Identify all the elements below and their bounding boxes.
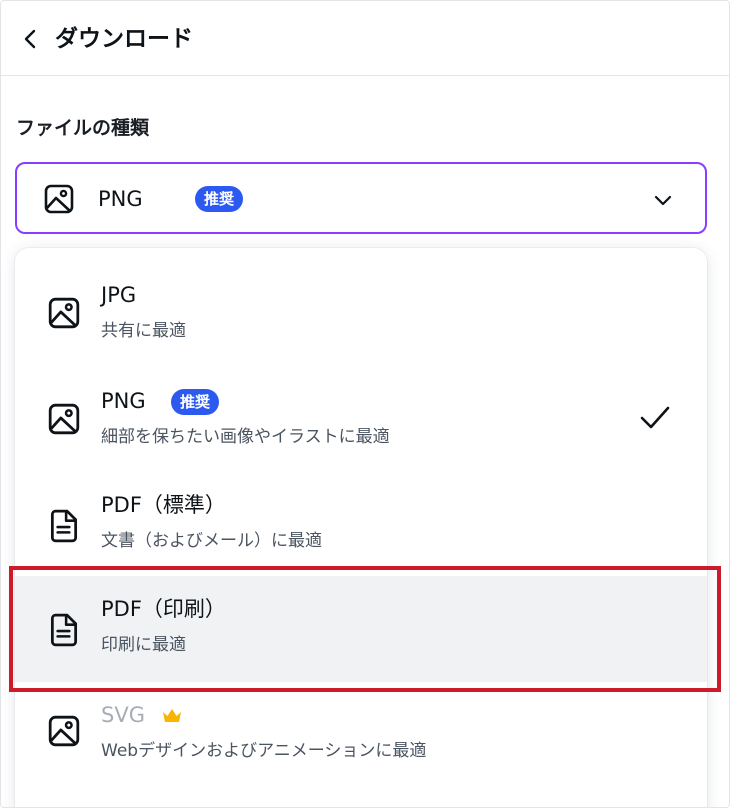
document-icon <box>50 613 78 647</box>
selected-file-type: PNG <box>98 187 143 211</box>
option-title: SVG <box>101 703 145 727</box>
download-panel: ダウンロード ファイルの種類 PNG 推奨 JPG 共有に最適 PNG 推奨 細… <box>0 0 730 808</box>
image-icon <box>48 403 80 435</box>
option-subtitle: 共有に最適 <box>101 321 186 341</box>
option-title: PNG <box>101 389 146 413</box>
option-subtitle: Webデザインおよびアニメーションに最適 <box>101 741 427 761</box>
chevron-down-icon <box>654 195 672 206</box>
option-subtitle: 細部を保ちたい画像やイラストに最適 <box>101 427 390 447</box>
chevron-left-icon <box>24 29 36 49</box>
option-subtitle: 印刷に最適 <box>101 635 186 655</box>
option-title: PDF（印刷） <box>101 597 226 621</box>
checkmark-icon <box>640 406 670 429</box>
option-title: JPG <box>101 283 137 307</box>
back-button[interactable] <box>15 23 45 55</box>
recommended-badge: 推奨 <box>195 186 244 212</box>
panel-header: ダウンロード <box>1 1 729 76</box>
option-subtitle: 文書（およびメール）に最適 <box>101 531 322 551</box>
image-icon <box>44 184 74 214</box>
image-icon <box>48 715 80 747</box>
option-title: PDF（標準） <box>101 493 226 517</box>
recommended-badge: 推奨 <box>171 389 220 415</box>
option-png[interactable]: PNG 推奨 細部を保ちたい画像やイラストに最適 <box>15 352 707 456</box>
crown-icon <box>163 709 181 722</box>
file-type-dropdown: JPG 共有に最適 PNG 推奨 細部を保ちたい画像やイラストに最適 PDF（標… <box>15 248 707 807</box>
option-pdf-print[interactable]: PDF（印刷） 印刷に最適 <box>15 576 707 682</box>
image-icon <box>48 297 80 329</box>
file-type-label: ファイルの種類 <box>16 117 150 139</box>
document-icon <box>50 509 78 543</box>
option-pdf-standard[interactable]: PDF（標準） 文書（およびメール）に最適 <box>15 456 707 560</box>
option-svg[interactable]: SVG Webデザインおよびアニメーションに最適 <box>15 682 707 802</box>
option-jpg[interactable]: JPG 共有に最適 <box>15 248 707 352</box>
file-type-select[interactable]: PNG 推奨 <box>15 162 707 234</box>
page-title: ダウンロード <box>55 26 193 52</box>
